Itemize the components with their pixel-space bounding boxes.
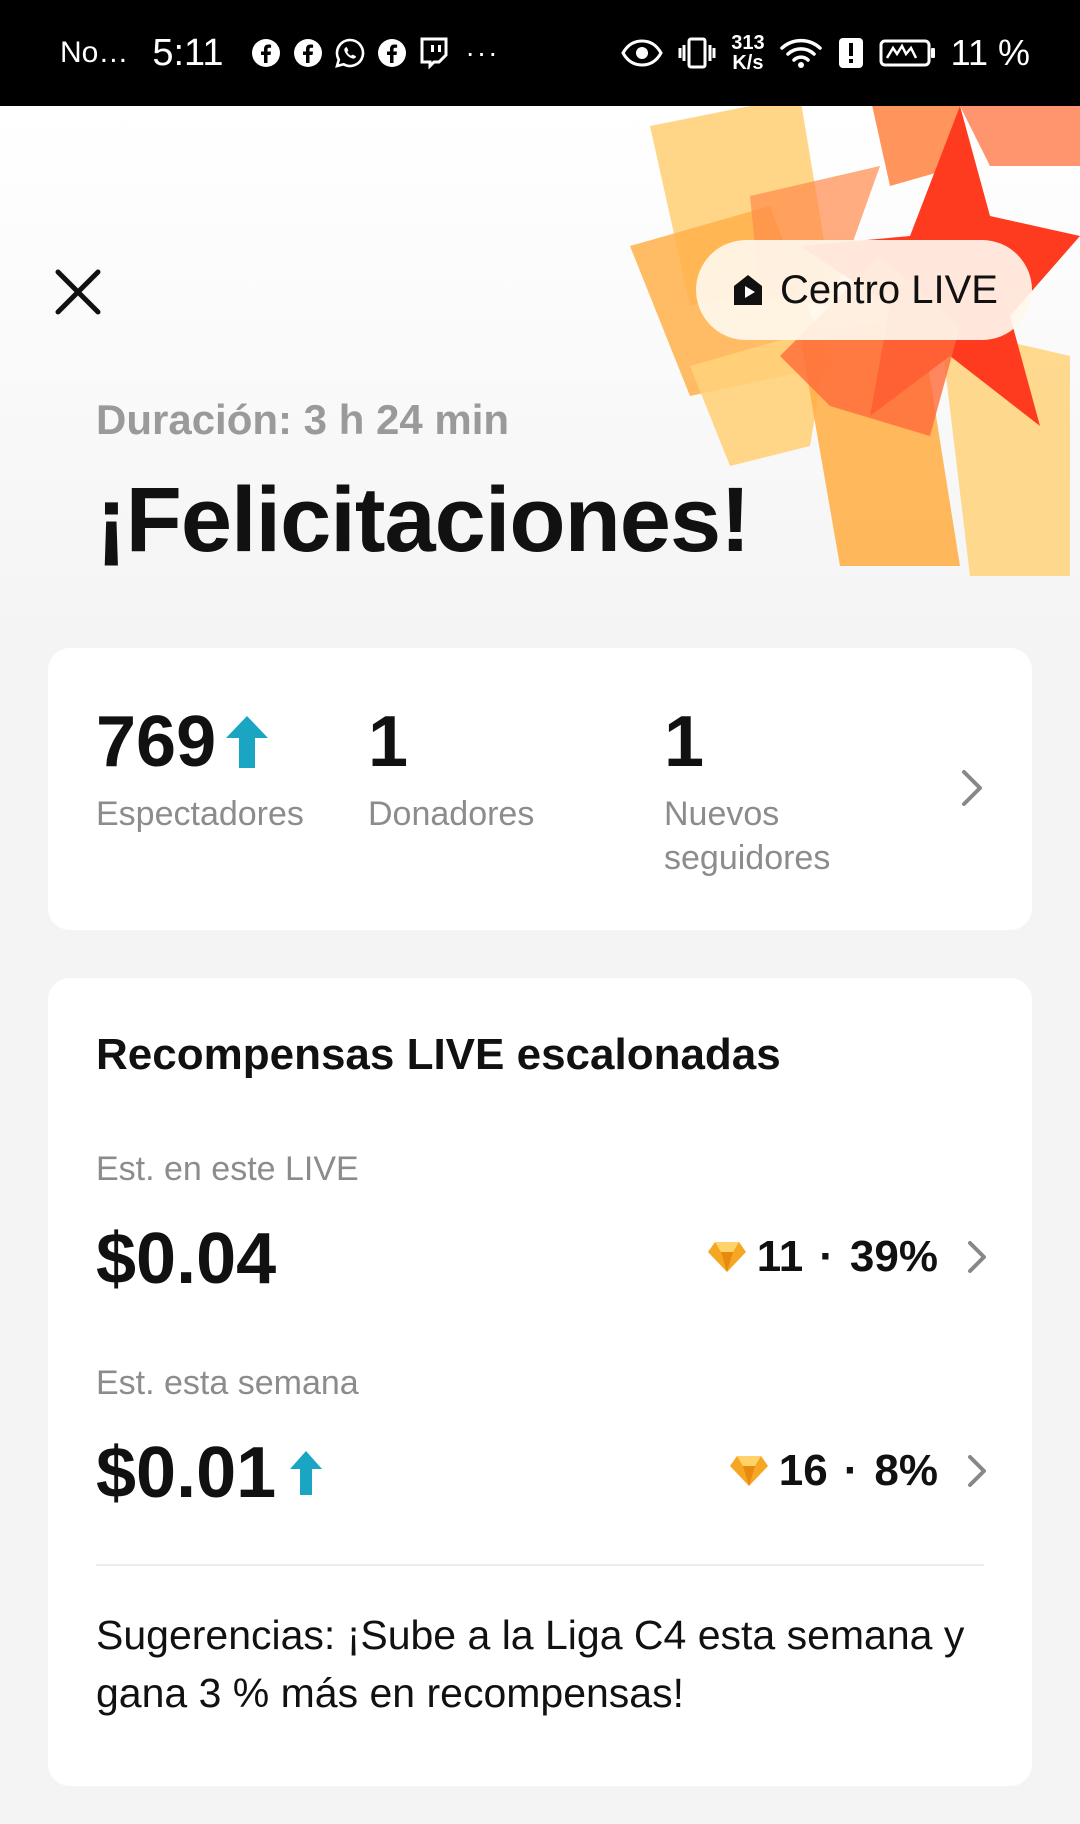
this-live-diamonds: 11 [756,1232,804,1281]
stat-new-followers: 1 Nuevos seguidores [664,702,884,880]
divider [96,1564,984,1566]
status-time: 5:11 [152,31,224,74]
chevron-right-icon [968,1455,986,1487]
wifi-icon [779,37,823,69]
home-icon [734,275,763,305]
this-live-details[interactable]: 11 · 39% [707,1232,992,1282]
live-center-label: Centro LIVE [780,267,998,312]
diamond-icon [729,1456,768,1486]
stat-donors: 1 Donadores [368,702,534,836]
viewers-value: 769 [96,702,217,782]
rewards-title: Recompensas LIVE escalonadas [96,1030,781,1079]
close-button[interactable] [48,262,108,322]
stat-viewers: 769 Espectadores [96,702,304,836]
this-live-amount: $0.04 [96,1219,277,1299]
battery-icon [879,37,937,69]
whatsapp-icon [334,37,366,69]
facebook-icon [292,37,324,69]
this-week-details[interactable]: 16 · 8% [729,1446,992,1496]
this-week-percent: 8% [874,1446,938,1495]
stats-card[interactable]: 769 Espectadores 1 Donadores 1 Nuevos se… [48,648,1032,930]
vibrate-icon [677,37,717,69]
live-center-button[interactable]: Centro LIVE [696,240,1032,340]
up-arrow-icon [290,1451,323,1495]
more-notifications: ··· [465,37,500,68]
this-week-diamonds: 16 [778,1446,828,1495]
followers-label: Nuevos seguidores [664,795,831,877]
facebook-icon [250,37,282,69]
rewards-card: Recompensas LIVE escalonadas Est. en est… [48,978,1032,1786]
close-icon [55,269,101,315]
tips-text: Sugerencias: ¡Sube a la Liga C4 esta sem… [96,1612,965,1716]
live-duration: Duración: 3 h 24 min [96,396,510,443]
this-week-amount: $0.01 [96,1432,324,1514]
diamond-icon [707,1242,746,1272]
alert-icon [837,37,865,69]
notification-text: No… [60,36,129,69]
chevron-right-icon[interactable] [952,764,992,812]
this-live-percent: 39% [849,1232,938,1281]
facebook-icon [376,37,408,69]
this-live-label: Est. en este LIVE [96,1150,359,1188]
chevron-right-icon [968,1241,986,1273]
eye-icon [621,37,663,69]
page-title: ¡Felicitaciones! [96,469,751,571]
twitch-icon [418,37,450,69]
battery-percent: 11 % [950,32,1030,73]
donors-value: 1 [368,702,409,782]
followers-value: 1 [664,702,705,782]
up-arrow-icon [226,716,269,768]
network-speed: 313 K/s [731,32,765,74]
this-week-label: Est. esta semana [96,1364,359,1402]
status-bar: No… 5:11 ··· 313 K/s 11 % [0,0,1080,106]
viewers-label: Espectadores [96,795,304,833]
donors-label: Donadores [368,795,535,833]
